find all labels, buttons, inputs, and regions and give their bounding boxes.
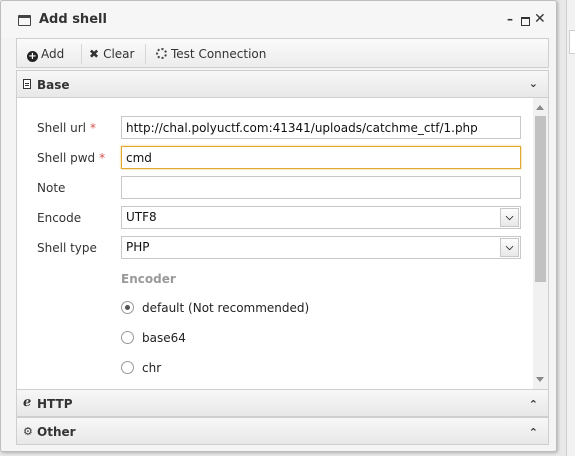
minimize-button[interactable]: – — [507, 12, 513, 26]
chevron-down-icon: ⌄ — [528, 77, 538, 90]
chevron-up-icon: ⌃ — [528, 398, 538, 411]
encoder-heading: Encoder — [121, 272, 176, 286]
shell-type-label: Shell type — [37, 241, 97, 255]
vertical-scrollbar[interactable] — [533, 98, 548, 389]
x-icon: ✖ — [89, 47, 100, 61]
shell-pwd-label: Shell pwd * — [37, 151, 106, 165]
add-button-label: Add — [41, 47, 65, 61]
shell-url-label: Shell url * — [37, 121, 96, 135]
radio-button[interactable] — [121, 331, 134, 344]
chevron-up-icon: ⌃ — [528, 426, 538, 439]
chevron-down-icon[interactable]: ⌵ — [500, 238, 519, 257]
panel-header-other[interactable]: ⚙ Other ⌃ — [16, 417, 549, 445]
encode-label: Encode — [37, 211, 82, 225]
close-button[interactable]: ✕ — [534, 12, 546, 26]
clear-button[interactable]: ✖ Clear — [89, 46, 134, 62]
chevron-down-icon[interactable]: ⌵ — [500, 208, 519, 227]
encode-select-value: UTF8 — [126, 210, 157, 224]
panel-title-base: Base — [37, 78, 70, 92]
panel-title-http: HTTP — [37, 397, 73, 411]
background-window-tab — [569, 30, 575, 54]
document-icon — [23, 79, 31, 89]
test-connection-button[interactable]: Test Connection — [156, 46, 266, 62]
radio-label: chr — [142, 361, 162, 375]
required-mark: * — [89, 121, 96, 135]
background-window-edge — [566, 0, 575, 456]
scroll-up-arrow-icon[interactable] — [536, 105, 544, 110]
radio-button[interactable] — [121, 361, 134, 374]
shell-url-input[interactable] — [121, 116, 521, 139]
shell-pwd-input[interactable] — [121, 146, 521, 169]
window-icon — [18, 15, 31, 26]
spinner-icon — [156, 48, 167, 59]
toolbar: + Add ✖ Clear Test Connection — [16, 38, 549, 68]
required-mark: * — [99, 151, 106, 165]
radio-label: base64 — [142, 331, 186, 345]
maximize-button[interactable] — [521, 17, 530, 26]
shell-type-select-value: PHP — [126, 240, 150, 254]
radio-button[interactable] — [121, 301, 134, 314]
shell-type-select[interactable]: PHP ⌵ — [121, 236, 521, 259]
radio-label: default (Not recommended) — [142, 301, 310, 315]
panel-header-base[interactable]: Base ⌄ — [16, 70, 549, 98]
gears-icon: ⚙ — [23, 425, 33, 438]
scrollbar-thumb[interactable] — [535, 116, 546, 282]
test-connection-label: Test Connection — [171, 47, 267, 61]
note-label: Note — [37, 181, 66, 195]
dialog-title: Add shell — [39, 12, 107, 27]
note-input[interactable] — [121, 176, 521, 199]
encode-select[interactable]: UTF8 ⌵ — [121, 206, 521, 229]
panel-title-other: Other — [37, 425, 76, 439]
plus-circle-icon: + — [27, 51, 38, 62]
toolbar-divider — [145, 44, 146, 64]
base-panel-body: Shell url* Shell pwd* Note Encode UTF8 ⌵… — [16, 98, 549, 389]
add-shell-dialog: Add shell – ✕ + Add ✖ Clear Test Connectio… — [0, 0, 557, 452]
dialog-titlebar[interactable]: Add shell – ✕ — [1, 1, 556, 38]
http-icon: ℯ — [23, 395, 32, 410]
add-button[interactable]: + Add — [27, 46, 64, 62]
panel-header-http[interactable]: ℯ HTTP ⌃ — [16, 389, 549, 417]
scroll-down-arrow-icon[interactable] — [536, 377, 544, 382]
toolbar-divider — [81, 44, 82, 64]
clear-button-label: Clear — [103, 47, 135, 61]
